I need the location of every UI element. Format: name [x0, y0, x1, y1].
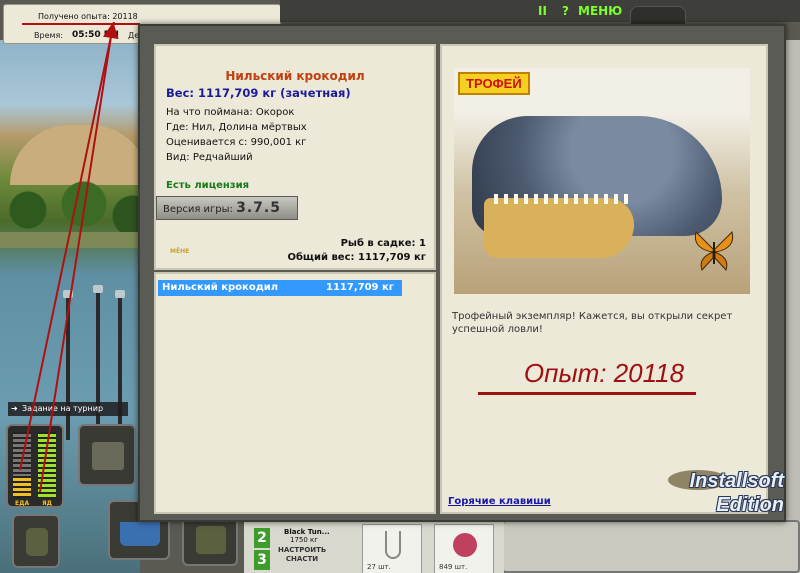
crocodile-teeth	[494, 194, 634, 204]
experience-earned-text: Получено опыта: 20118	[38, 12, 138, 21]
tackle-strip: 2 3 Black Tun... 1750 кг НАСТРОИТЬ СНАСТ…	[244, 518, 504, 573]
watermark-line-1: Installsoft	[689, 470, 784, 492]
rod-name: Black Tun...	[284, 528, 330, 536]
trophy-message: Трофейный экземпляр! Кажется, вы открыли…	[452, 311, 733, 335]
version-label: Версия игры:	[163, 204, 233, 215]
rod-weight: 1750 кг	[290, 536, 318, 544]
trophy-panel: ТРОФЕЙ Трофейный экземпляр! Кажется, вы …	[440, 44, 768, 514]
bottom-right-panel	[502, 520, 800, 573]
game-version-badge: Версия игры: 3.7.5	[156, 196, 298, 220]
arrow-right-icon: ➜	[11, 404, 18, 413]
shore	[0, 232, 140, 248]
installsoft-watermark: Installsoft Edition	[658, 470, 788, 522]
setup-tackle-button[interactable]: НАСТРОИТЬ СНАСТИ	[278, 546, 326, 564]
food-level-bar	[13, 432, 31, 498]
help-button[interactable]: ?	[562, 4, 569, 18]
catch-list: Нильский крокодил 1117,709 кг	[154, 272, 436, 514]
top-controls: II ? МЕНЮ	[280, 0, 800, 22]
hotkeys-link[interactable]: Горячие клавиши	[448, 496, 551, 507]
crocodile-jaw	[484, 198, 634, 258]
fish-in-keepnet: Рыб в садке: 1	[340, 238, 426, 249]
backpack-button[interactable]	[12, 514, 60, 568]
fish-weight: Вес: 1117,709 кг (зачетная)	[166, 86, 351, 100]
tournament-task-label: Задание на турнир	[22, 404, 104, 413]
food-gauge-label: ЕДА	[15, 500, 30, 507]
rod-slot-2[interactable]: 2	[254, 528, 270, 548]
catch-row-name: Нильский крокодил	[162, 282, 279, 293]
time-label: Время:	[34, 31, 64, 40]
time-value: 05:50 ПН	[72, 30, 119, 40]
catch-list-row[interactable]: Нильский крокодил 1117,709 кг	[158, 280, 402, 296]
hook-item[interactable]: 27 шт.	[362, 524, 422, 573]
version-value: 3.7.5	[236, 200, 281, 216]
crocodile-photo: ТРОФЕЙ	[454, 68, 750, 294]
fish-info-panel: Нильский крокодил Вес: 1117,709 кг (заче…	[154, 44, 436, 270]
menu-button[interactable]: МЕНЮ	[578, 4, 622, 18]
trophy-badge: ТРОФЕЙ	[458, 72, 530, 95]
watermark-line-2: Edition	[716, 494, 784, 516]
trophy-threshold: Оценивается с: 990,001 кг	[166, 137, 307, 148]
fishing-rod-1[interactable]	[63, 290, 73, 440]
pause-button[interactable]: II	[538, 4, 547, 18]
fish-rarity: Вид: Редчайший	[166, 152, 253, 163]
experience-big-underline	[478, 392, 696, 395]
bait-level-bar	[38, 432, 56, 498]
experience-underline	[22, 23, 140, 25]
butterfly-icon	[694, 231, 734, 271]
fishing-rod-2[interactable]	[93, 285, 103, 440]
total-weight: Общий вес: 1117,709 кг	[287, 252, 426, 263]
trees	[0, 180, 140, 240]
fish-name: Нильский крокодил	[225, 69, 365, 83]
bait-gauge-label: ЯД	[42, 500, 52, 507]
rod-slot-3[interactable]: 3	[254, 550, 270, 570]
tournament-task-button[interactable]: ➜ Задание на турнир	[8, 402, 128, 416]
caught-on-bait: На что поймана: Окорок	[166, 107, 295, 118]
sand-dune	[10, 125, 140, 185]
bait-item[interactable]: 849 шт.	[434, 524, 494, 573]
food-bait-gauge: ЕДА ЯД	[6, 424, 64, 508]
experience-big: Опыт: 20118	[523, 358, 685, 388]
tackle-box-button[interactable]	[78, 424, 136, 486]
catch-dialog: Нильский крокодил Вес: 1117,709 кг (заче…	[138, 24, 786, 522]
license-status: Есть лицензия	[166, 180, 250, 191]
hook-count: 27 шт.	[367, 563, 391, 571]
bait-count: 849 шт.	[439, 563, 468, 571]
catch-location: Где: Нил, Долина мёртвых	[166, 122, 307, 133]
mini-logo: МЁНЕ	[170, 248, 190, 255]
catch-row-weight: 1117,709 кг	[326, 282, 394, 293]
fishing-rod-3[interactable]	[115, 290, 125, 440]
